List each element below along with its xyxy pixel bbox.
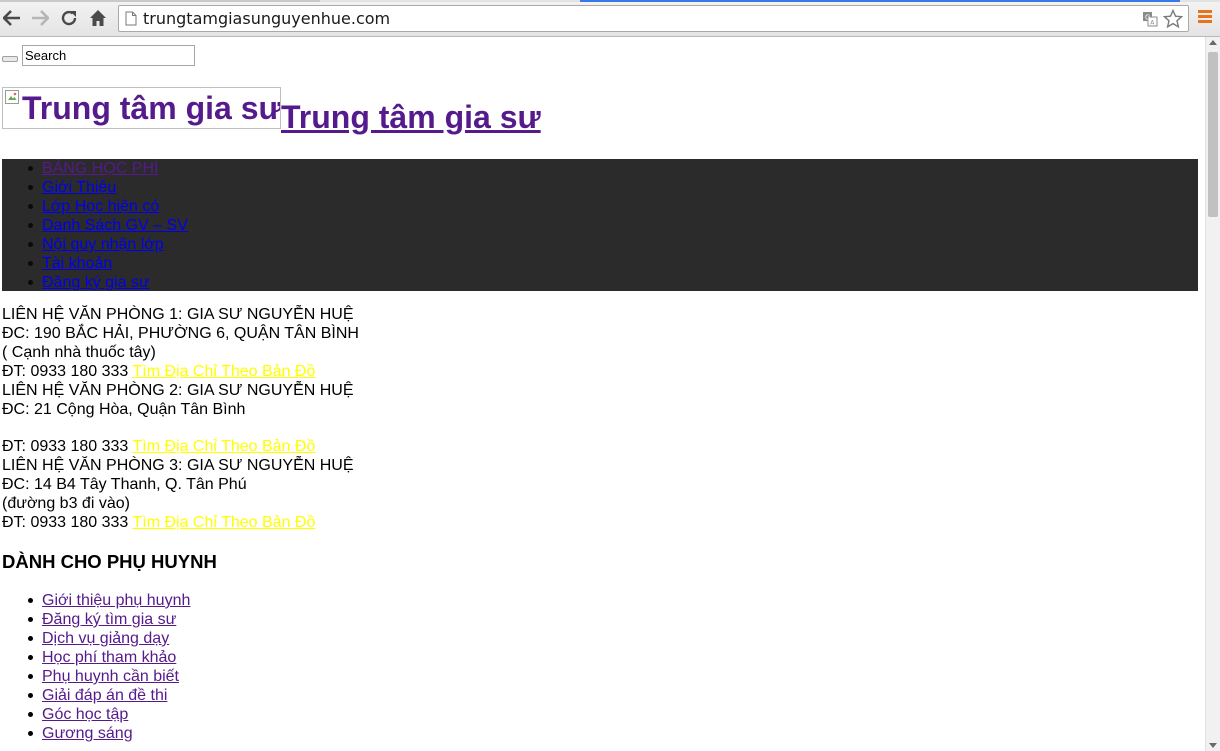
nav-link-danh-sach[interactable]: Danh Sách GV – SV bbox=[42, 216, 188, 235]
office2-address: ĐC: 21 Cộng Hòa, Quận Tân Bình bbox=[2, 401, 246, 418]
office1-title: LIÊN HỆ VĂN PHÒNG 1: GIA SƯ NGUYỄN HUỆ bbox=[2, 306, 354, 323]
home-icon bbox=[90, 10, 106, 26]
parents-link-giai-dap[interactable]: Giải đáp án đề thi bbox=[42, 686, 167, 705]
office3-map-link[interactable]: Tìm Địa Chỉ Theo Bản Đồ bbox=[132, 514, 315, 531]
parents-link-gioi-thieu[interactable]: Giới thiệu phụ huynh bbox=[42, 591, 190, 610]
site-title-link[interactable]: Trung tâm gia sư bbox=[281, 99, 541, 136]
nav-link-lop-hoc[interactable]: Lớp Học hiện có bbox=[42, 197, 159, 216]
address-bar[interactable]: trungtamgiasunguyenhue.com G A bbox=[118, 5, 1189, 32]
nav-item-tai-khoan: Tài khoản bbox=[2, 254, 1198, 273]
menu-bar-2 bbox=[1198, 15, 1212, 18]
nav-item-bang-hoc-phi: BẢNG HỌC PHÍ bbox=[2, 159, 1198, 178]
forward-arrow-icon bbox=[32, 10, 49, 26]
parents-link-hoc-phi[interactable]: Học phí tham khảo bbox=[42, 648, 176, 667]
office2-title: LIÊN HỆ VĂN PHÒNG 2: GIA SƯ NGUYỄN HUỆ bbox=[2, 382, 354, 399]
parents-link-dang-ky-tim-gia-su[interactable]: Đăng ký tìm gia sư bbox=[42, 610, 176, 629]
reload-button[interactable] bbox=[59, 8, 79, 28]
office2-spacer bbox=[2, 419, 359, 437]
page-viewport: Trung tâm gia sư Trung tâm gia sư BẢNG H… bbox=[0, 37, 1205, 751]
back-arrow-icon bbox=[3, 10, 20, 26]
office2-map-link[interactable]: Tìm Địa Chỉ Theo Bản Đồ bbox=[132, 438, 315, 455]
parents-section-heading: DÀNH CHO PHỤ HUYNH bbox=[2, 551, 217, 572]
logo-alt-text: Trung tâm gia sư bbox=[22, 90, 281, 126]
office1-address: ĐC: 190 BẮC HẢI, PHƯỜNG 6, QUẬN TÂN BÌNH bbox=[2, 325, 359, 342]
nav-item-dang-ky: Đăng ký gia sư bbox=[2, 273, 1198, 292]
url-text: trungtamgiasunguyenhue.com bbox=[143, 9, 391, 28]
parents-link-can-biet[interactable]: Phụ huynh cần biết bbox=[42, 667, 179, 686]
office3-title: LIÊN HỆ VĂN PHÒNG 3: GIA SƯ NGUYỄN HUỆ bbox=[2, 457, 354, 474]
forward-button[interactable] bbox=[30, 8, 50, 28]
nav-link-gioi-thieu[interactable]: Giới Thiệu bbox=[42, 178, 116, 197]
nav-item-danh-sach: Danh Sách GV – SV bbox=[2, 216, 1198, 235]
office1-phone-row: ĐT: 0933 180 333 Tìm Địa Chỉ Theo Bản Đồ bbox=[2, 362, 359, 381]
office1-phone: ĐT: 0933 180 333 bbox=[2, 363, 129, 380]
office1-map-link[interactable]: Tìm Địa Chỉ Theo Bản Đồ bbox=[132, 363, 315, 380]
parents-link-dich-vu[interactable]: Dịch vụ giảng dạy bbox=[42, 629, 169, 648]
scroll-down-arrow-icon[interactable] bbox=[1209, 743, 1217, 748]
office2-phone: ĐT: 0933 180 333 bbox=[2, 438, 129, 455]
parents-link-guong-sang[interactable]: Gương sáng bbox=[42, 724, 133, 743]
office3-address: ĐC: 14 B4 Tây Thanh, Q. Tân Phú bbox=[2, 476, 247, 493]
office3-phone-row: ĐT: 0933 180 333 Tìm Địa Chỉ Theo Bản Đồ bbox=[2, 513, 359, 532]
tab-edge-active bbox=[580, 0, 1180, 2]
reload-icon bbox=[61, 10, 77, 26]
parents-link-goc-hoc-tap[interactable]: Góc học tập bbox=[42, 705, 128, 724]
contact-info: LIÊN HỆ VĂN PHÒNG 1: GIA SƯ NGUYỄN HUỆ Đ… bbox=[2, 305, 359, 532]
search-input[interactable] bbox=[22, 45, 195, 66]
page-icon bbox=[125, 11, 137, 26]
menu-bar-3 bbox=[1198, 20, 1212, 23]
nav-link-bang-hoc-phi[interactable]: BẢNG HỌC PHÍ bbox=[42, 159, 158, 178]
menu-bar-1 bbox=[1198, 10, 1212, 13]
menu-icon[interactable] bbox=[1198, 10, 1212, 26]
main-navigation: BẢNG HỌC PHÍ Giới Thiệu Lớp Học hiện có … bbox=[2, 159, 1198, 291]
home-button[interactable] bbox=[88, 8, 108, 28]
scroll-thumb[interactable] bbox=[1208, 52, 1218, 217]
office3-phone: ĐT: 0933 180 333 bbox=[2, 514, 129, 531]
tab-strip-edge bbox=[0, 0, 1220, 2]
tab-edge-left bbox=[0, 0, 320, 2]
nav-link-noi-quy[interactable]: Nội quy nhận lớp bbox=[42, 235, 164, 254]
translate-icon[interactable]: G A bbox=[1142, 11, 1158, 27]
office3-note: (đường b3 đi vào) bbox=[2, 495, 130, 512]
nav-item-gioi-thieu: Giới Thiệu bbox=[2, 178, 1198, 197]
office2-phone-row: ĐT: 0933 180 333 Tìm Địa Chỉ Theo Bản Đồ bbox=[2, 437, 359, 456]
nav-item-noi-quy: Nội quy nhận lớp bbox=[2, 235, 1198, 254]
nav-link-dang-ky[interactable]: Đăng ký gia sư bbox=[42, 273, 150, 292]
office1-note: ( Cạnh nhà thuốc tây) bbox=[2, 344, 156, 361]
nav-item-lop-hoc: Lớp Học hiện có bbox=[2, 197, 1198, 216]
site-logo-link[interactable]: Trung tâm gia sư bbox=[2, 87, 281, 129]
search-button[interactable] bbox=[2, 56, 18, 62]
broken-image-icon bbox=[5, 90, 19, 104]
scroll-up-arrow-icon[interactable] bbox=[1209, 40, 1217, 45]
browser-toolbar: trungtamgiasunguyenhue.com G A bbox=[0, 0, 1220, 37]
star-icon[interactable] bbox=[1163, 9, 1183, 29]
back-button[interactable] bbox=[2, 8, 22, 28]
nav-link-tai-khoan[interactable]: Tài khoản bbox=[42, 254, 112, 273]
vertical-scrollbar[interactable] bbox=[1205, 37, 1220, 751]
